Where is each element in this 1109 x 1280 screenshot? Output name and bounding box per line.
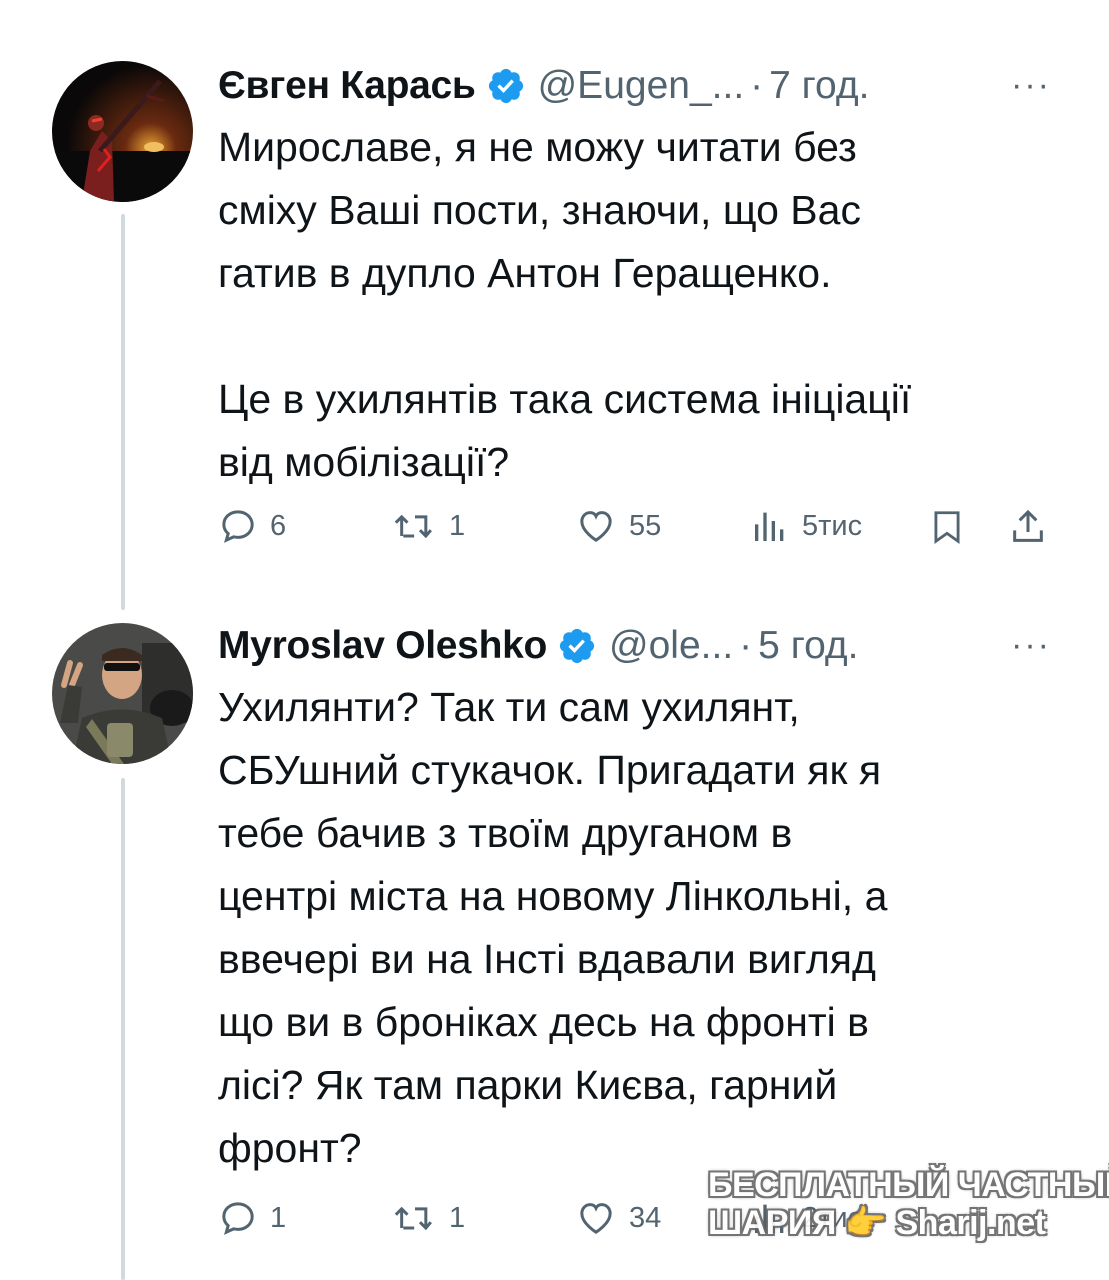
more-options-icon[interactable]: ··· xyxy=(1011,626,1051,665)
author-name[interactable]: Євген Карась xyxy=(218,64,476,108)
heart-icon xyxy=(580,511,612,542)
tweet[interactable]: Євген Карась @Eugen_... · 7 год. ··· Мир… xyxy=(0,58,1109,618)
reply-icon xyxy=(222,510,254,543)
like-button[interactable]: 34 xyxy=(575,1198,661,1238)
author-handle[interactable]: @ole... xyxy=(609,624,733,668)
retweet-count: 1 xyxy=(449,509,466,542)
tweet-text: Мирославе, я не можу читати без сміху Ва… xyxy=(218,124,912,485)
author-handle[interactable]: @Eugen_... xyxy=(538,64,745,108)
views-icon xyxy=(755,512,784,541)
heart-icon xyxy=(580,1203,612,1234)
verified-badge-icon xyxy=(488,68,523,104)
watermark-line: БЕСПЛАТНЫЙ ЧАСТНЫЙ xyxy=(708,1166,1109,1204)
avatar[interactable] xyxy=(52,623,193,764)
avatar[interactable] xyxy=(52,61,193,202)
watermark-line: ШАРИЯ 👉 Sharij.net xyxy=(708,1204,1046,1242)
watermark: БЕСПЛАТНЫЙ ЧАСТНЫЙ ШАРИЯ 👉 Sharij.net xyxy=(708,1166,1109,1242)
like-count: 34 xyxy=(629,1201,662,1234)
like-button[interactable]: 55 xyxy=(575,506,661,546)
tweet-actions: 6 1 55 5тис xyxy=(218,506,1058,556)
timestamp[interactable]: 5 год. xyxy=(758,624,858,668)
reply-button[interactable]: 6 xyxy=(218,506,286,546)
retweet-button[interactable]: 1 xyxy=(393,1198,465,1238)
separator: · xyxy=(750,64,764,107)
reply-count: 6 xyxy=(270,509,287,542)
share-button[interactable] xyxy=(1008,506,1048,548)
tweet-header: Myroslav Oleshko @ole... · 5 год. xyxy=(218,618,859,674)
separator: · xyxy=(739,624,753,667)
views-count: 5тис xyxy=(802,509,863,542)
reply-count: 1 xyxy=(270,1201,287,1234)
retweet-count: 1 xyxy=(449,1201,466,1234)
avatar-image xyxy=(52,61,193,202)
share-icon xyxy=(1013,509,1043,542)
tweet-header: Євген Карась @Eugen_... · 7 год. xyxy=(218,58,869,114)
reply-button[interactable]: 1 xyxy=(218,1198,286,1238)
more-options-icon[interactable]: ··· xyxy=(1011,66,1051,105)
timestamp[interactable]: 7 год. xyxy=(769,64,869,108)
retweet-button[interactable]: 1 xyxy=(393,506,465,546)
tweet-text: Ухилянти? Так ти сам ухилянт, СБУшний ст… xyxy=(218,684,888,1171)
verified-badge-icon xyxy=(559,628,595,664)
like-count: 55 xyxy=(629,509,662,542)
retweet-icon xyxy=(394,514,432,539)
views-button[interactable]: 5тис xyxy=(750,506,862,546)
bookmark-button[interactable] xyxy=(928,506,966,548)
author-name[interactable]: Myroslav Oleshko xyxy=(218,624,547,668)
bookmark-icon xyxy=(934,511,960,545)
reply-icon xyxy=(222,1202,254,1235)
avatar-image xyxy=(52,623,193,764)
retweet-icon xyxy=(394,1206,432,1231)
